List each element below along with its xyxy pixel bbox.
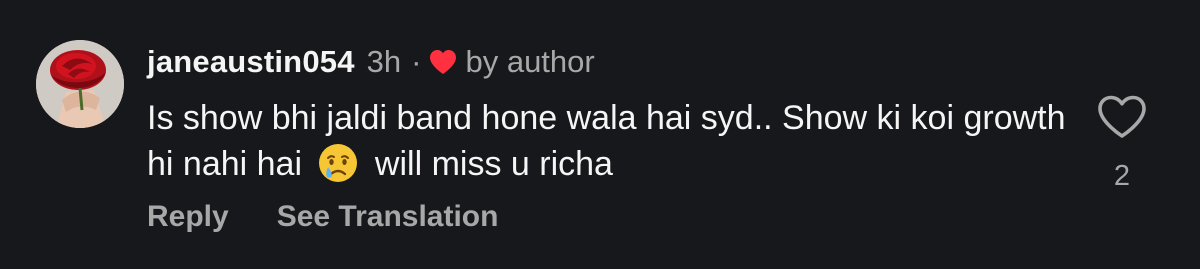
rose-avatar-image bbox=[36, 40, 124, 128]
see-translation-button[interactable]: See Translation bbox=[277, 200, 499, 234]
liked-by-author-heart-icon bbox=[429, 49, 457, 75]
like-count: 2 bbox=[1113, 160, 1131, 192]
comment-text: Is show bhi jaldi band hone wala hai syd… bbox=[147, 95, 1077, 187]
reply-button[interactable]: Reply bbox=[147, 200, 229, 234]
comment-header: janeaustin054 3h · by author bbox=[147, 40, 595, 84]
avatar[interactable] bbox=[36, 40, 124, 128]
like-heart-icon[interactable] bbox=[1096, 94, 1148, 140]
timestamp: 3h bbox=[366, 44, 402, 79]
crying-face-icon bbox=[317, 142, 359, 184]
username[interactable]: janeaustin054 bbox=[147, 44, 355, 80]
like-column: 2 bbox=[1096, 94, 1148, 193]
separator-dot: · bbox=[411, 44, 422, 79]
comment-text-part-2: will miss u richa bbox=[374, 145, 613, 183]
comment-actions: Reply See Translation bbox=[147, 200, 498, 234]
liked-by-author-label: by author bbox=[465, 44, 595, 79]
comment: janeaustin054 3h · by author Is show bhi… bbox=[0, 0, 1200, 269]
